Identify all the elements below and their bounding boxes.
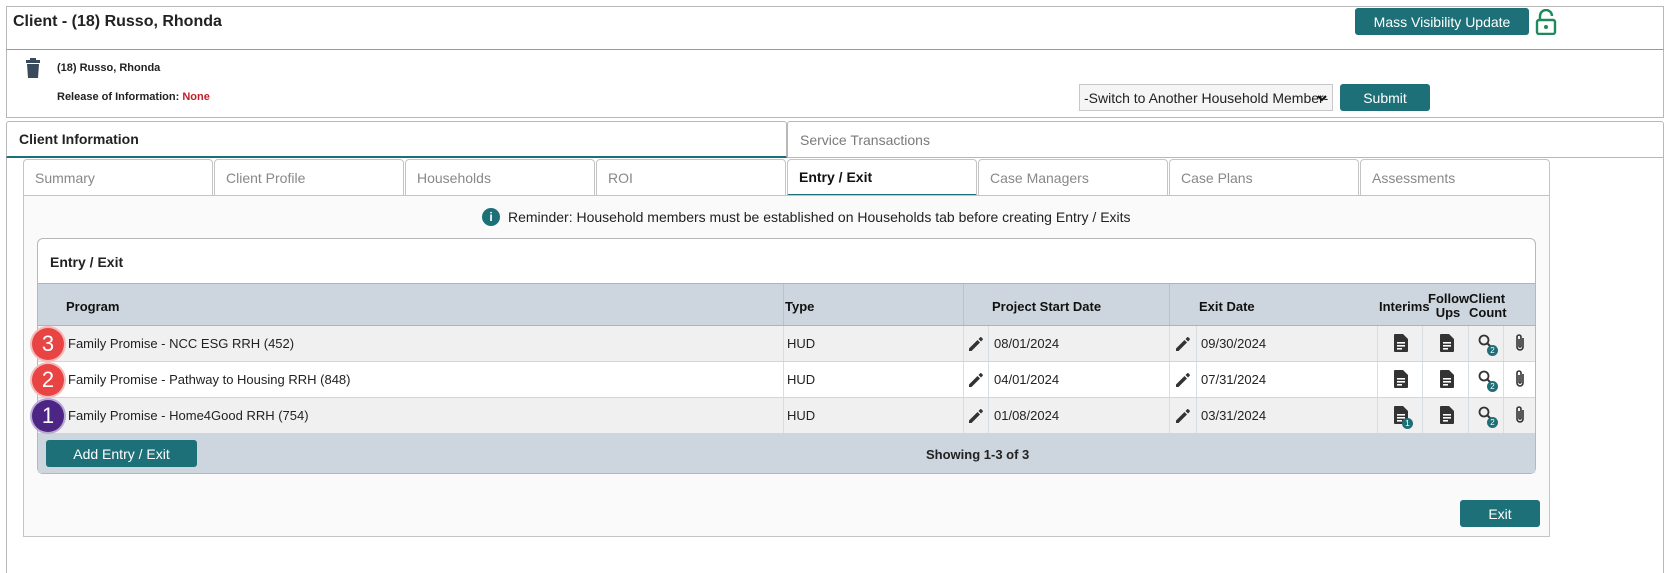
table-footer [38,433,1535,473]
edit-start-date-icon[interactable] [967,371,985,392]
mass-visibility-update-button[interactable]: Mass Visibility Update [1355,8,1529,35]
chevron-down-icon [1317,95,1327,102]
exit-date: 03/31/2024 [1201,408,1267,423]
tab-service-transactions[interactable]: Service Transactions [787,121,1664,158]
edit-start-date-icon[interactable] [967,335,985,356]
tab-case-managers[interactable]: Case Managers [978,159,1168,196]
follow-ups-document-icon[interactable] [1440,334,1454,355]
submit-button[interactable]: Submit [1340,84,1430,111]
tab-entry-exit[interactable]: Entry / Exit [787,159,977,196]
tab-assessments[interactable]: Assessments [1360,159,1550,196]
table-row[interactable]: Family Promise - NCC ESG RRH (452) HUD 08/… [38,326,1535,362]
roi-value: None [182,91,210,103]
reminder-message: i Reminder: Household members must be es… [482,208,1131,226]
client-count-badge: 2 [1487,345,1498,356]
client-count-search-icon[interactable]: 2 [1478,334,1498,356]
roi-label: Release of Information: [57,91,180,103]
program-name[interactable]: Family Promise - NCC ESG RRH (452) [68,326,294,361]
row-number-marker: 2 [32,364,64,396]
program-name[interactable]: Family Promise - Home4Good RRH (754) [68,398,309,433]
follow-ups-document-icon[interactable] [1440,370,1454,391]
attachment-icon[interactable] [1514,405,1526,428]
page-title: Client - (18) Russo, Rhonda [13,13,222,30]
info-icon: i [482,208,500,226]
program-type: HUD [787,336,816,351]
client-count-badge: 2 [1487,381,1498,392]
project-start-date: 08/01/2024 [994,336,1060,351]
edit-exit-date-icon[interactable] [1174,407,1192,428]
tab-roi[interactable]: ROI [596,159,786,196]
card-title: Entry / Exit [50,254,124,270]
program-type: HUD [787,372,816,387]
switch-household-member-select[interactable]: -Switch to Another Household Member- [1079,84,1333,111]
exit-date: 09/30/2024 [1201,336,1267,351]
follow-ups-document-icon[interactable] [1440,406,1454,427]
column-program[interactable]: Program [66,299,119,314]
tab-client-information[interactable]: Client Information [6,121,787,158]
trash-icon[interactable] [25,58,41,78]
edit-start-date-icon[interactable] [967,407,985,428]
tab-households[interactable]: Households [405,159,595,196]
table-header: Program Type Project Start Date Exit Dat… [38,283,1535,326]
interims-document-icon[interactable] [1394,370,1408,391]
project-start-date: 04/01/2024 [994,372,1060,387]
unlock-icon[interactable] [1535,9,1557,35]
table-row[interactable]: Family Promise - Pathway to Housing RRH … [38,362,1535,398]
exit-button[interactable]: Exit [1460,500,1540,527]
attachment-icon[interactable] [1514,333,1526,356]
tab-summary[interactable]: Summary [23,159,213,196]
add-entry-exit-button[interactable]: Add Entry / Exit [46,440,197,467]
column-follow-ups: Follow Ups [1428,291,1470,320]
exit-date: 07/31/2024 [1201,372,1267,387]
column-exit-date[interactable]: Exit Date [1199,299,1255,314]
interims-document-icon[interactable] [1394,334,1408,355]
client-count-search-icon[interactable]: 2 [1478,370,1498,392]
program-type: HUD [787,408,816,423]
row-number-marker: 1 [32,400,64,432]
attachment-icon[interactable] [1514,369,1526,392]
column-client-count: Client Count [1469,291,1507,320]
edit-exit-date-icon[interactable] [1174,335,1192,356]
column-type[interactable]: Type [785,299,814,314]
reminder-text: Reminder: Household members must be esta… [508,209,1131,225]
edit-exit-date-icon[interactable] [1174,371,1192,392]
program-name[interactable]: Family Promise - Pathway to Housing RRH … [68,362,350,397]
column-interims: Interims [1379,299,1430,314]
table-row[interactable]: Family Promise - Home4Good RRH (754) HUD 0… [38,398,1535,434]
column-project-start-date[interactable]: Project Start Date [992,299,1101,314]
client-count-badge: 2 [1487,417,1498,428]
interims-document-icon[interactable]: 1 [1394,406,1413,429]
switch-household-member-value: -Switch to Another Household Member- [1084,89,1329,106]
tab-client-profile[interactable]: Client Profile [214,159,404,196]
client-count-search-icon[interactable]: 2 [1478,406,1498,428]
row-number-marker: 3 [32,328,64,360]
tab-case-plans[interactable]: Case Plans [1169,159,1359,196]
interims-count-badge: 1 [1402,418,1413,429]
roi-row: Release of Information: None [57,91,210,103]
project-start-date: 01/08/2024 [994,408,1060,423]
pagination-summary: Showing 1-3 of 3 [926,447,1030,462]
client-name: (18) Russo, Rhonda [57,62,161,74]
